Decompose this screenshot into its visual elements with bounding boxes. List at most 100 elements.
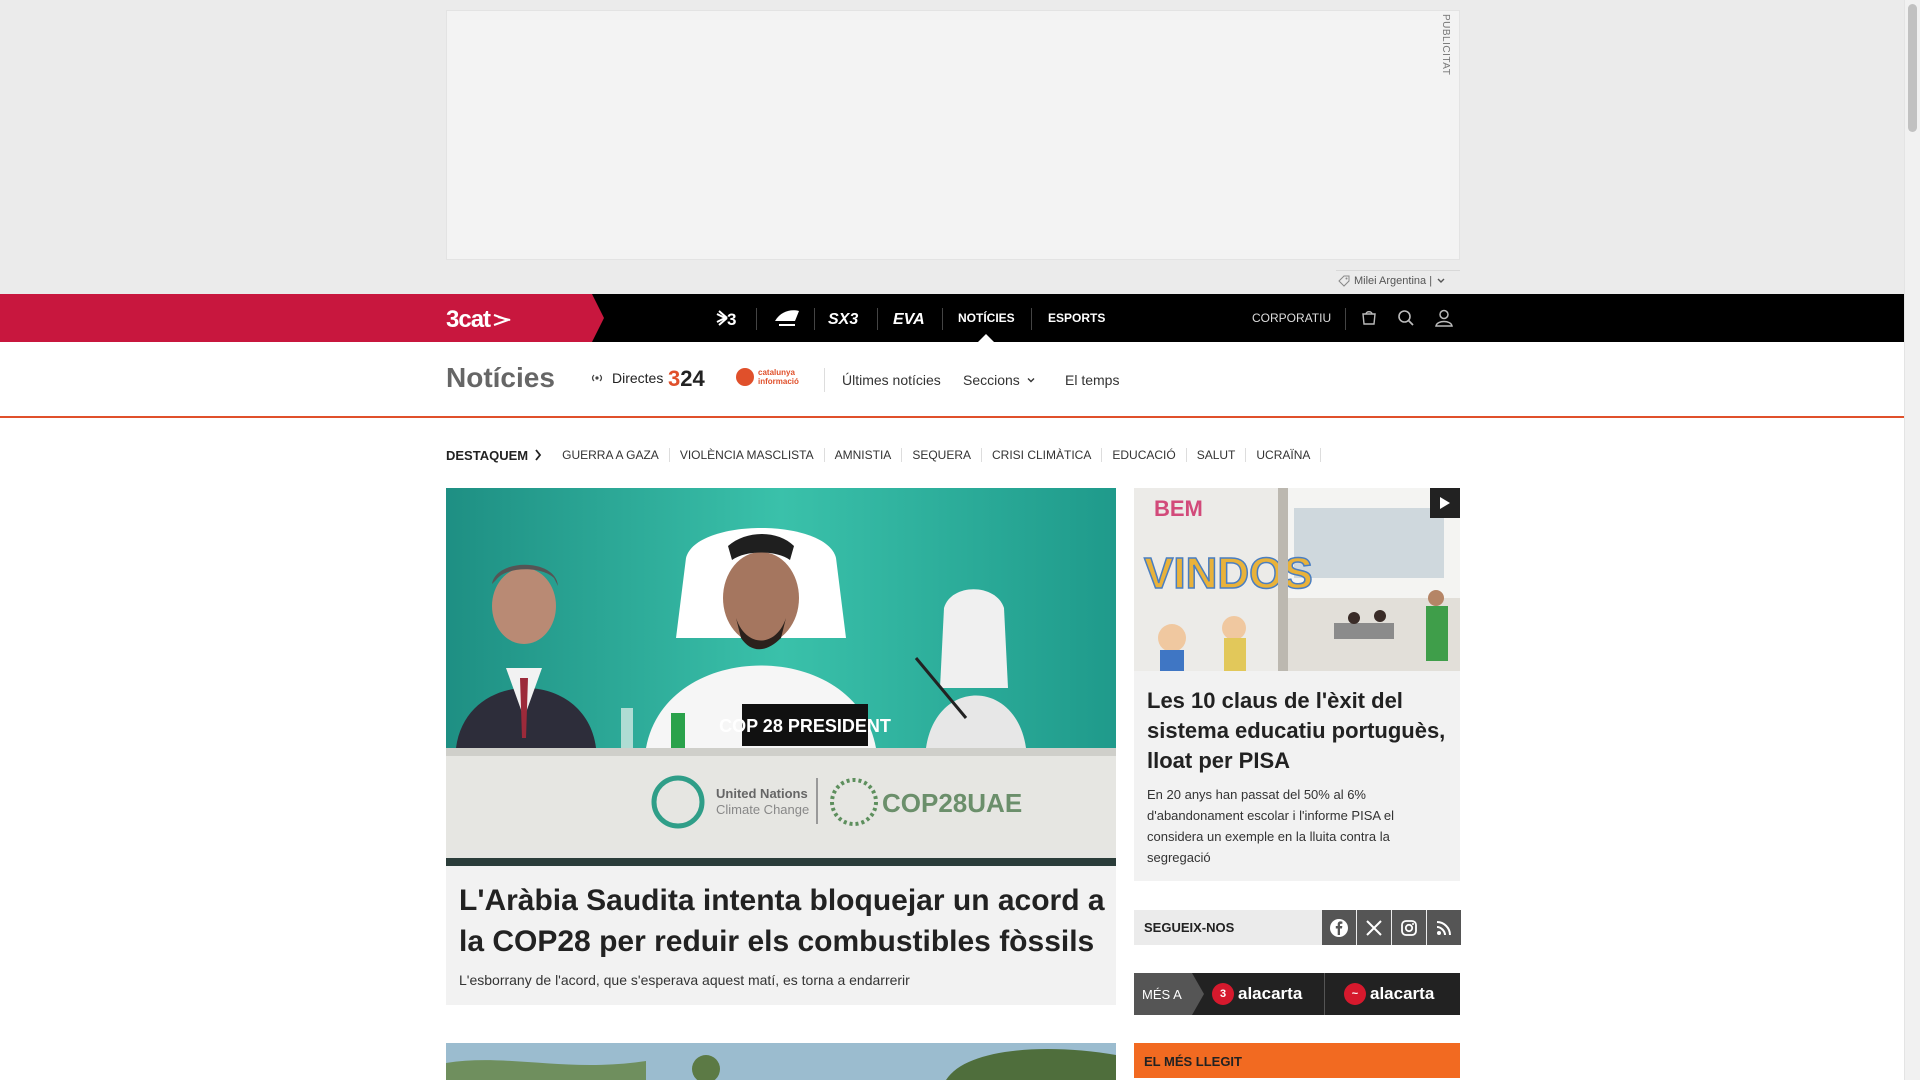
un-text-2: Climate Change — [716, 802, 809, 817]
nav-divider — [1031, 308, 1032, 330]
cop28-logo-text: COP28UAE — [882, 788, 1022, 818]
facebook-icon[interactable] — [1322, 910, 1356, 945]
rss-icon[interactable] — [1427, 910, 1461, 945]
324-logo[interactable]: 324 — [668, 366, 705, 392]
mes-a-label: MÉS A — [1134, 973, 1204, 1015]
instagram-icon[interactable] — [1392, 910, 1426, 945]
side-story-card[interactable]: BEM VINDOS Les 10 claus de l'èxit del si… — [1134, 488, 1460, 881]
scrollbar-thumb[interactable] — [1908, 4, 1917, 132]
side-story-image[interactable]: BEM VINDOS — [1134, 488, 1460, 671]
tv3-alacarta-label: alacarta — [1238, 984, 1303, 1003]
tv3-alacarta-badge: 3 — [1212, 983, 1234, 1005]
sx3-channel-link[interactable]: SX3 — [826, 294, 864, 342]
topic-link[interactable]: EDUCACIÓ — [1102, 448, 1187, 462]
catradio-alacarta-label: alacarta — [1370, 984, 1435, 1003]
catalunya-informacio-logo[interactable]: catalunya informació — [736, 368, 799, 386]
brand-name: 3cat — [446, 306, 491, 333]
directes-link[interactable]: Directes — [590, 370, 663, 386]
topic-link[interactable]: SEQUERA — [902, 448, 982, 462]
video-badge[interactable] — [1430, 488, 1460, 518]
ad-label: PUBLICITAT — [1440, 14, 1451, 76]
live-broadcast-icon — [591, 374, 603, 382]
chevron-down-icon — [1027, 378, 1035, 383]
324-logo-twentyfour: 24 — [680, 366, 705, 391]
main-story-subtitle: L'esborrany de l'acord, que s'esperava a… — [459, 972, 910, 988]
tag-icon — [1338, 275, 1350, 287]
3cat-logo[interactable]: 3cat — [446, 306, 512, 334]
eva-logo-icon: EVA — [893, 311, 925, 327]
most-read-label: EL MÉS LLEGIT — [1144, 1054, 1242, 1069]
catradio-alacarta-badge: ~ — [1344, 983, 1366, 1005]
follow-us-bar: SEGUEIX-NOS — [1134, 910, 1461, 945]
alacarta-divider — [1324, 973, 1325, 1015]
play-icon — [1440, 497, 1450, 509]
main-story-card[interactable]: COP 28 PRESIDENT United Nations Climate … — [446, 488, 1116, 1005]
nav-esports[interactable]: ESPORTS — [1048, 294, 1105, 342]
catradio-alacarta-link[interactable]: ~ alacarta — [1344, 973, 1434, 1015]
topic-link[interactable]: GUERRA A GAZA — [562, 448, 670, 462]
sx3-logo-icon: SX3 — [828, 311, 858, 327]
page-scrollbar[interactable] — [1904, 0, 1920, 1080]
x-icon[interactable] — [1357, 910, 1391, 945]
side-story-subtitle: En 20 anys han passat del 50% al 6% d'ab… — [1147, 787, 1395, 865]
channel-divider — [877, 308, 878, 330]
eva-channel-link[interactable]: EVA — [890, 294, 930, 342]
channel-divider — [756, 308, 757, 330]
classroom-photo: BEM VINDOS — [1134, 488, 1460, 671]
page: PUBLICITAT Milei Argentina | 3cat 3 SX3 … — [0, 0, 1920, 1080]
catradio-channel-link[interactable] — [770, 294, 804, 342]
landscape-photo — [446, 1043, 1116, 1080]
cop28-press-photo: COP 28 PRESIDENT United Nations Climate … — [446, 488, 1116, 866]
svg-text:SX3: SX3 — [828, 311, 858, 327]
svg-text:3: 3 — [727, 310, 736, 328]
el-temps-link[interactable]: El temps — [1065, 372, 1119, 388]
brand-arrow-icon — [493, 314, 512, 326]
ultimes-noticies-link[interactable]: Últimes notícies — [842, 372, 941, 388]
seccions-dropdown[interactable]: Seccions — [963, 372, 1036, 388]
brand-band — [0, 294, 604, 342]
cop28-president-sign: COP 28 PRESIDENT — [719, 716, 891, 736]
destaquem-label[interactable]: DESTAQUEM — [446, 448, 542, 463]
svg-text:EVA: EVA — [893, 311, 925, 327]
top-navigation-bar: 3cat 3 SX3 EVA NOTÍCIES ESPORTS CORPORAT… — [0, 294, 1904, 342]
corporate-link[interactable]: CORPORATIU — [1252, 294, 1331, 342]
nav-divider — [1345, 308, 1346, 330]
ad-slot[interactable] — [446, 10, 1460, 260]
nav-noticies[interactable]: NOTÍCIES — [958, 294, 1015, 342]
section-header: Notícies Directes 324 catalunya informac… — [0, 342, 1904, 418]
catinfo-circle-icon — [736, 368, 754, 386]
section-title[interactable]: Notícies — [446, 362, 555, 394]
destaquem-text: DESTAQUEM — [446, 447, 529, 463]
user-icon[interactable] — [1432, 306, 1456, 330]
chevron-right-icon — [535, 449, 542, 461]
channel-divider — [942, 308, 943, 330]
second-story-image[interactable] — [446, 1043, 1116, 1080]
wall-text-bem: BEM — [1154, 496, 1203, 521]
topic-link[interactable]: CRISI CLIMÀTICA — [982, 448, 1103, 462]
catinfo-wordmark: catalunya informació — [758, 368, 799, 386]
alacarta-bar: MÉS A 3 alacarta ~ alacarta — [1134, 973, 1460, 1015]
topic-link[interactable]: SALUT — [1187, 448, 1247, 462]
directes-label: Directes — [612, 370, 664, 386]
catinfo-line-1: catalunya — [758, 368, 795, 377]
topic-link[interactable]: AMNISTIA — [825, 448, 903, 462]
tv3-channel-link[interactable]: 3 — [712, 294, 744, 342]
catinfo-line-2: informació — [758, 377, 799, 386]
seccions-label: Seccions — [963, 372, 1020, 388]
follow-us-label: SEGUEIX-NOS — [1144, 920, 1235, 935]
main-story-image[interactable]: COP 28 PRESIDENT United Nations Climate … — [446, 488, 1116, 866]
catradio-logo-icon — [775, 310, 799, 326]
search-icon[interactable] — [1394, 306, 1418, 330]
channel-divider — [814, 308, 815, 330]
324-logo-three: 3 — [668, 366, 681, 391]
destaquem-strip: DESTAQUEM GUERRA A GAZA VIOLÈNCIA MASCLI… — [446, 446, 1322, 464]
ad-topic-tag[interactable]: Milei Argentina | — [1336, 270, 1460, 290]
shop-icon[interactable] — [1357, 306, 1381, 330]
main-story-title[interactable]: L'Aràbia Saudita intenta bloquejar un ac… — [459, 880, 1109, 962]
topic-link[interactable]: UCRAÏNA — [1246, 448, 1322, 462]
topic-link[interactable]: VIOLÈNCIA MASCLISTA — [670, 448, 825, 462]
side-story-title[interactable]: Les 10 claus de l'èxit del sistema educa… — [1147, 686, 1447, 776]
tv3-logo-icon: 3 — [716, 310, 736, 328]
ad-tag-text: Milei Argentina | — [1354, 274, 1433, 287]
tv3-alacarta-link[interactable]: 3 alacarta — [1212, 973, 1302, 1015]
